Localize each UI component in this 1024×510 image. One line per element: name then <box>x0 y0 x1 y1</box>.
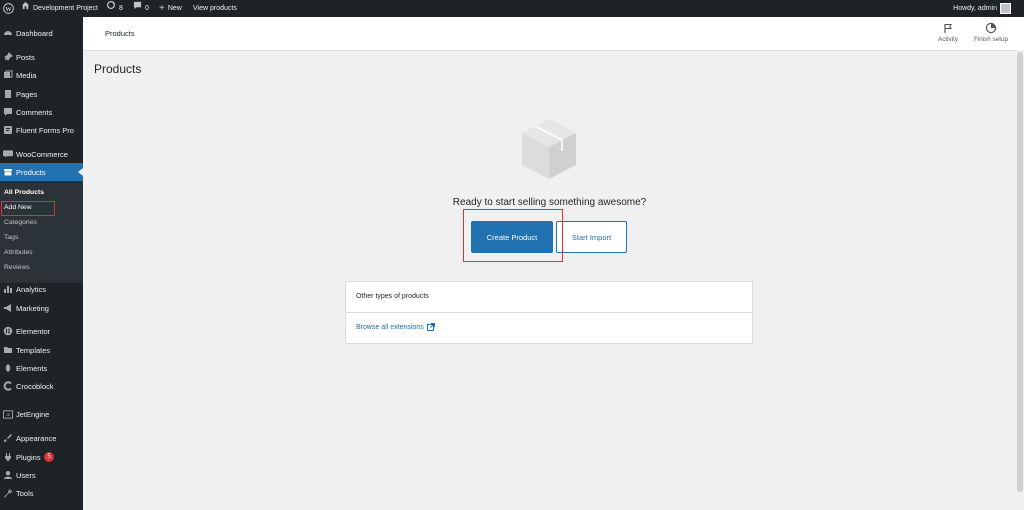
home-icon <box>21 0 30 17</box>
page-scrollbar[interactable] <box>1016 50 1024 510</box>
other-product-types-card: Other types of products Browse all exten… <box>345 281 753 344</box>
flag-icon <box>944 23 952 33</box>
woocommerce-header: Products Activity Finish setup <box>83 17 1024 51</box>
admin-bar: W Development Project 8 0 + New View pro… <box>0 0 1024 17</box>
dashboard-icon <box>3 28 13 38</box>
site-name-label: Development Project <box>33 5 98 12</box>
menu-elements[interactable]: Elements <box>0 359 83 377</box>
menu-marketing[interactable]: Marketing <box>0 299 83 317</box>
submenu-categories[interactable]: Categories <box>4 219 37 226</box>
plugins-update-badge: 5 <box>44 452 54 462</box>
menu-fluent-forms-pro[interactable]: Fluent Forms Pro <box>0 121 83 139</box>
start-import-button[interactable]: Start Import <box>556 221 627 253</box>
browse-extensions-link[interactable]: Browse all extensions <box>356 323 435 331</box>
menu-products[interactable]: Products <box>0 163 83 181</box>
megaphone-icon <box>3 303 13 313</box>
media-icon <box>3 70 13 80</box>
card-divider <box>346 312 752 313</box>
new-content-link[interactable]: + New <box>159 0 182 17</box>
svg-text:W: W <box>5 6 12 13</box>
plus-icon: + <box>159 3 165 14</box>
admin-sidebar: Dashboard Posts Media Pages Comments Flu… <box>0 17 83 510</box>
breadcrumb: Products <box>105 29 135 38</box>
updates-count: 8 <box>119 5 123 12</box>
refresh-icon <box>106 0 116 17</box>
bar-chart-icon <box>3 284 13 294</box>
woocommerce-icon <box>3 149 13 159</box>
submenu-reviews[interactable]: Reviews <box>4 264 30 271</box>
avatar <box>1000 3 1011 14</box>
site-name-link[interactable]: Development Project <box>21 0 98 17</box>
external-link-icon <box>426 323 435 331</box>
finish-setup-button[interactable]: Finish setup <box>969 21 1013 47</box>
menu-plugins[interactable]: Plugins 5 <box>0 448 83 466</box>
brush-icon <box>3 433 13 443</box>
svg-text:JE: JE <box>6 413 11 417</box>
progress-ring-icon <box>985 22 997 34</box>
menu-jetengine[interactable]: JE JetEngine <box>0 405 83 423</box>
comment-bubble-icon <box>133 0 142 17</box>
archive-icon <box>3 167 13 177</box>
other-types-title: Other types of products <box>356 293 429 300</box>
view-products-link[interactable]: View products <box>193 0 237 17</box>
menu-woocommerce[interactable]: WooCommerce <box>0 145 83 163</box>
scrollbar-thumb[interactable] <box>1017 52 1023 492</box>
pages-icon <box>3 89 13 99</box>
submenu-all-products[interactable]: All Products <box>4 189 44 196</box>
activity-button[interactable]: Activity <box>934 21 962 47</box>
activity-label: Activity <box>938 36 958 43</box>
user-icon <box>3 470 13 480</box>
menu-tools[interactable]: Tools <box>0 484 83 502</box>
pin-icon <box>3 52 13 62</box>
menu-users[interactable]: Users <box>0 466 83 484</box>
plug-icon <box>3 452 13 462</box>
submenu-attributes[interactable]: Attributes <box>4 249 33 256</box>
menu-crocoblock[interactable]: Crocoblock <box>0 377 83 395</box>
empty-box-icon <box>522 119 576 179</box>
submenu-tags[interactable]: Tags <box>4 234 18 241</box>
empty-state-heading: Ready to start selling something awesome… <box>452 197 647 208</box>
finish-setup-label: Finish setup <box>974 36 1008 43</box>
highlight-create-product <box>463 209 563 262</box>
menu-separator <box>0 396 83 402</box>
crocoblock-icon <box>3 381 13 391</box>
wrench-icon <box>3 488 13 498</box>
comments-link[interactable]: 0 <box>133 0 149 17</box>
comment-icon <box>3 107 13 117</box>
fluent-forms-icon <box>3 125 13 135</box>
menu-templates[interactable]: Templates <box>0 341 83 359</box>
elements-icon <box>3 363 13 373</box>
wordpress-logo-icon[interactable]: W <box>3 0 14 17</box>
menu-comments[interactable]: Comments <box>0 103 83 121</box>
menu-analytics[interactable]: Analytics <box>0 280 83 298</box>
menu-posts[interactable]: Posts <box>0 48 83 66</box>
comments-count: 0 <box>145 5 149 12</box>
folder-icon <box>3 345 13 355</box>
menu-dashboard[interactable]: Dashboard <box>0 24 83 42</box>
menu-pages[interactable]: Pages <box>0 85 83 103</box>
howdy-label: Howdy, admin <box>953 5 997 12</box>
new-label: New <box>167 5 182 12</box>
page-title: Products <box>94 62 142 76</box>
highlight-add-new <box>1 201 55 216</box>
elementor-icon <box>3 326 13 336</box>
my-account-link[interactable]: Howdy, admin <box>953 0 1011 17</box>
jetengine-icon: JE <box>3 409 13 419</box>
menu-elementor[interactable]: Elementor <box>0 322 83 340</box>
menu-appearance[interactable]: Appearance <box>0 429 83 447</box>
menu-media[interactable]: Media <box>0 66 83 84</box>
updates-link[interactable]: 8 <box>106 0 123 17</box>
